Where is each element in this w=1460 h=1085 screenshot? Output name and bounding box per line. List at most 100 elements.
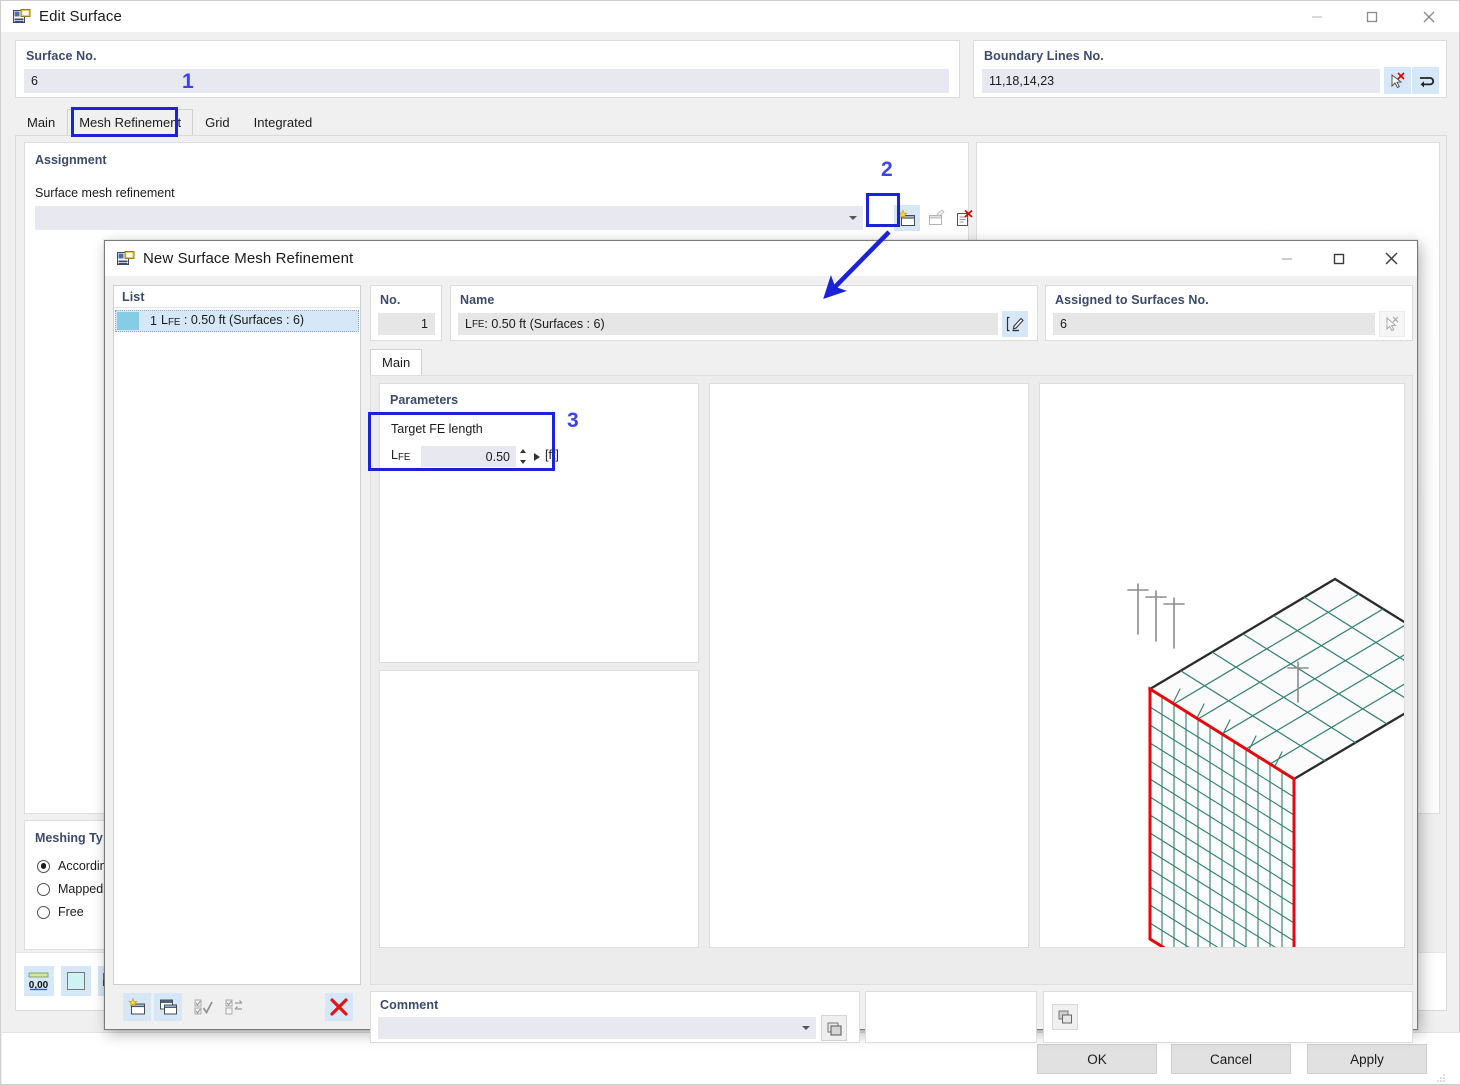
surface-mesh-refinement-icon bbox=[117, 250, 135, 267]
annotation-box-mesh-refinement-tab bbox=[71, 107, 178, 137]
units-0-00-icon[interactable]: 0,00 bbox=[24, 966, 54, 996]
ok-button[interactable]: OK bbox=[1037, 1044, 1157, 1074]
comment-combo[interactable] bbox=[378, 1017, 816, 1039]
inner-maximize-button[interactable] bbox=[1313, 241, 1365, 276]
maximize-button[interactable] bbox=[1344, 1, 1399, 32]
name-input[interactable]: L FE : 0.50 ft (Surfaces : 6) bbox=[458, 313, 998, 335]
tab-main[interactable]: Main bbox=[15, 109, 67, 137]
radio-indicator bbox=[37, 859, 50, 873]
name-label: Name bbox=[460, 293, 495, 307]
surface-no-label: Surface No. bbox=[26, 49, 97, 63]
list-item-name-rest: : 0.50 ft (Surfaces : 6) bbox=[180, 313, 305, 328]
resize-grip[interactable] bbox=[1437, 1069, 1446, 1082]
inner-window-controls bbox=[1261, 241, 1417, 276]
close-button[interactable] bbox=[1399, 1, 1459, 32]
minimize-button[interactable] bbox=[1289, 1, 1344, 32]
radio-mapped[interactable]: Mapped bbox=[37, 882, 107, 896]
radio-indicator bbox=[37, 882, 50, 896]
no-input[interactable]: 1 bbox=[378, 313, 435, 335]
inner-tabs: Main bbox=[370, 349, 423, 377]
tab-main-label: Main bbox=[27, 115, 56, 130]
comment-label: Comment bbox=[380, 998, 439, 1012]
chevron-down-icon bbox=[802, 1026, 810, 1030]
assignment-group-title: Assignment bbox=[35, 153, 107, 167]
name-symbol-sub: FE bbox=[471, 318, 485, 330]
annotation-box-target-fe-length bbox=[368, 412, 555, 471]
edit-surface-window-controls bbox=[1289, 1, 1459, 32]
edit-surface-title: Edit Surface bbox=[39, 8, 122, 25]
preview-settings-icon[interactable] bbox=[1052, 1004, 1078, 1030]
list-item-label: LFE : 0.50 ft (Surfaces : 6) bbox=[161, 313, 304, 328]
meshing-type-options: Accordin Mapped Free bbox=[37, 859, 107, 928]
name-card: Name L FE : 0.50 ft (Surfaces : 6) bbox=[450, 285, 1038, 341]
mesh-3d-preview-graphic bbox=[1127, 577, 1404, 947]
invert-selection-icon[interactable] bbox=[220, 993, 248, 1021]
inner-tab-main[interactable]: Main bbox=[370, 349, 423, 377]
list-item[interactable]: 1 LFE : 0.50 ft (Surfaces : 6) bbox=[115, 310, 359, 332]
radio-label: Mapped bbox=[58, 882, 104, 896]
radio-label: Free bbox=[58, 905, 84, 919]
surface-no-input[interactable]: 6 bbox=[24, 69, 949, 93]
list-item-number: 1 bbox=[150, 314, 157, 328]
surface-edit-icon bbox=[13, 8, 31, 25]
preview-tools-card bbox=[1043, 991, 1413, 1043]
radio-free[interactable]: Free bbox=[37, 905, 107, 919]
copy-icon[interactable] bbox=[154, 993, 182, 1021]
pick-deselect-icon[interactable] bbox=[1384, 67, 1411, 94]
radio-indicator bbox=[37, 905, 50, 919]
apply-button[interactable]: Apply bbox=[1307, 1044, 1427, 1074]
assigned-to-surfaces-card: Assigned to Surfaces No. 6 bbox=[1045, 285, 1413, 341]
surface-no-card: Surface No. 6 bbox=[15, 40, 960, 98]
surface-mesh-refinement-label: Surface mesh refinement bbox=[35, 186, 175, 200]
new-icon[interactable] bbox=[123, 993, 151, 1021]
delete-red-x-icon[interactable] bbox=[325, 993, 353, 1021]
inner-minimize-button[interactable] bbox=[1261, 241, 1313, 276]
list-header: List bbox=[114, 286, 360, 308]
radio-label: Accordin bbox=[58, 859, 107, 873]
surface-mesh-refinement-combo[interactable] bbox=[35, 206, 863, 230]
list-item-symbol-sub: FE bbox=[167, 317, 181, 329]
new-surface-mesh-refinement-dialog: New Surface Mesh Refinement List 1 LFE:… bbox=[104, 240, 1418, 1043]
rename-icon[interactable] bbox=[1002, 311, 1028, 337]
name-rest: : 0.50 ft (Surfaces : 6) bbox=[484, 317, 605, 331]
annotation-box-new-button bbox=[866, 193, 900, 227]
assigned-to-surfaces-input[interactable]: 6 bbox=[1053, 313, 1375, 335]
pick-surfaces-icon[interactable] bbox=[1379, 311, 1405, 337]
tab-integrated[interactable]: Integrated bbox=[242, 109, 325, 137]
chevron-down-icon bbox=[849, 216, 857, 220]
reverse-icon[interactable] bbox=[1412, 67, 1439, 94]
boundary-lines-card: Boundary Lines No. 11,18,14,23 bbox=[973, 40, 1447, 98]
boundary-lines-input[interactable]: 11,18,14,23 bbox=[982, 69, 1380, 93]
tab-grid-label: Grid bbox=[205, 115, 230, 130]
inner-close-button[interactable] bbox=[1365, 241, 1417, 276]
inner-tab-main-label: Main bbox=[382, 355, 411, 370]
comment-library-icon[interactable] bbox=[821, 1015, 847, 1041]
tab-grid[interactable]: Grid bbox=[193, 109, 242, 137]
meshing-type-title: Meshing Ty bbox=[35, 831, 103, 845]
radio-according-to-standard[interactable]: Accordin bbox=[37, 859, 107, 873]
list-toolbar bbox=[113, 989, 361, 1025]
cancel-button[interactable]: Cancel bbox=[1171, 1044, 1291, 1074]
boundary-lines-label: Boundary Lines No. bbox=[984, 49, 1104, 63]
color-swatch-icon[interactable] bbox=[61, 966, 91, 996]
middle-preview-panel bbox=[709, 383, 1029, 948]
select-all-icon[interactable] bbox=[189, 993, 217, 1021]
no-label: No. bbox=[380, 293, 401, 307]
list-header-label: List bbox=[122, 289, 145, 304]
assigned-to-surfaces-label: Assigned to Surfaces No. bbox=[1055, 293, 1209, 307]
annotation-1: 1 bbox=[182, 70, 194, 93]
comment-side-card bbox=[865, 991, 1037, 1043]
annotation-3: 3 bbox=[567, 409, 579, 432]
annotation-2: 2 bbox=[881, 158, 893, 181]
list-item-color-swatch bbox=[117, 312, 139, 330]
no-card: No. 1 bbox=[370, 285, 442, 341]
edit-surface-titlebar: Edit Surface bbox=[1, 1, 1459, 32]
edit-mesh-refinement-icon[interactable] bbox=[923, 205, 949, 231]
list-item-symbol: L bbox=[161, 313, 168, 328]
delete-mesh-refinement-icon[interactable] bbox=[951, 205, 977, 231]
parameters-title: Parameters bbox=[390, 393, 459, 407]
tab-integrated-label: Integrated bbox=[253, 115, 313, 130]
comment-card: Comment bbox=[370, 991, 860, 1043]
name-symbol: L bbox=[465, 317, 472, 331]
screenshot-root: Edit Surface Surface No. 6 Boundary Line… bbox=[0, 0, 1460, 1085]
